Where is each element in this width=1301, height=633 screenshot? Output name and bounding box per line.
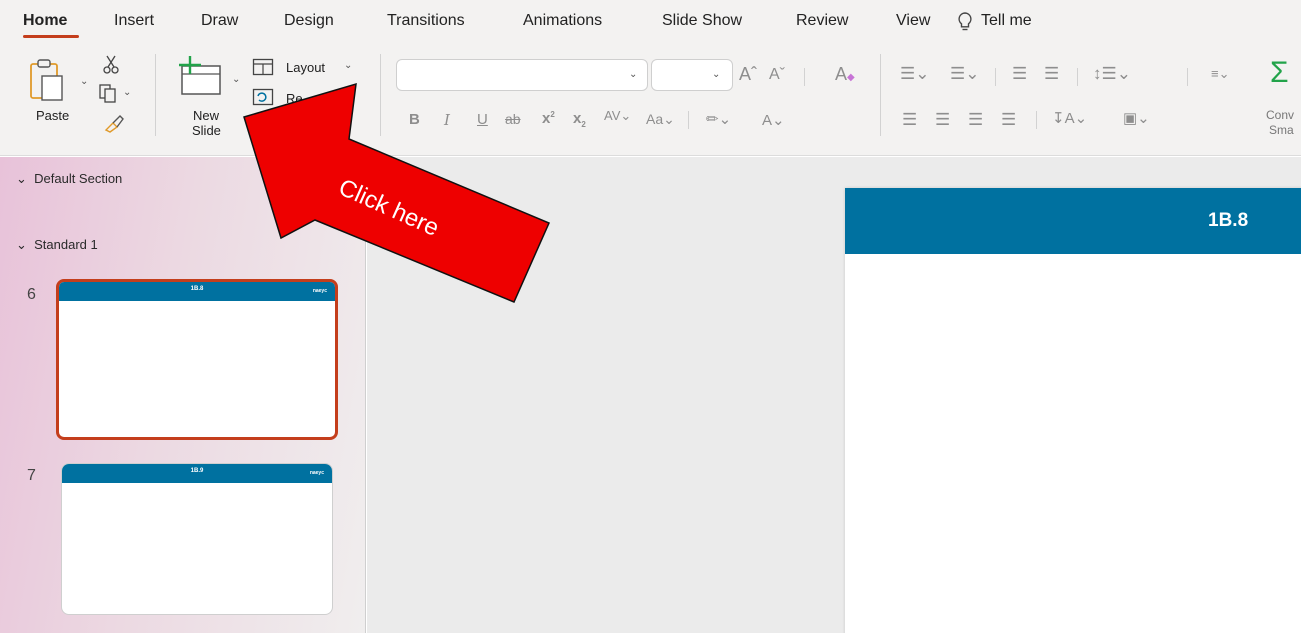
section-label: Default Section <box>34 171 123 186</box>
tab-slide-show[interactable]: Slide Show <box>662 12 742 30</box>
numbering-icon[interactable]: ☰⌄ <box>950 64 979 84</box>
character-spacing-icon[interactable]: AV⌄ <box>604 108 631 124</box>
ribbon-home: ⌄ Paste ⌄ ⌄ New Slide Layout ⌄ Re ⌄ ⌄ Aˆ… <box>0 42 1301 156</box>
current-slide[interactable]: 1B.8 <box>845 188 1301 633</box>
highlight-color-icon[interactable]: ✏⌄ <box>706 110 731 128</box>
new-slide-label-line1[interactable]: New <box>193 108 219 123</box>
bold-icon[interactable]: B <box>409 111 420 128</box>
ribbon-separator <box>880 54 881 136</box>
active-tab-indicator <box>23 35 79 38</box>
decrease-indent-icon[interactable]: ☰ <box>1012 64 1027 84</box>
font-name-chevron-icon[interactable]: ⌄ <box>629 69 637 80</box>
copy-chevron-icon[interactable]: ⌄ <box>123 87 131 98</box>
layout-button[interactable]: Layout <box>286 60 325 75</box>
slide-editor-canvas[interactable]: 1B.8 <box>367 157 1301 633</box>
tab-transitions[interactable]: Transitions <box>387 12 465 30</box>
paste-label[interactable]: Paste <box>36 108 69 123</box>
align-center-icon[interactable]: ☰ <box>935 110 950 130</box>
ribbon-separator <box>995 68 996 86</box>
naeyc-logo: naeyc <box>312 288 327 294</box>
convert-to-smartart-label-line1[interactable]: Conv <box>1266 108 1294 122</box>
slide-number: 7 <box>27 467 36 484</box>
reset-icon[interactable] <box>252 88 274 106</box>
clear-formatting-icon[interactable]: A◆ <box>835 64 855 85</box>
font-size-dropdown[interactable]: ⌄ <box>651 59 733 91</box>
section-header-default[interactable]: ⌄ Default Section <box>16 171 122 187</box>
change-case-icon[interactable]: Aa⌄ <box>646 111 675 128</box>
align-text-icon[interactable]: ▣⌄ <box>1123 109 1150 127</box>
align-left-icon[interactable]: ☰ <box>902 110 917 130</box>
underline-icon[interactable]: U <box>477 111 488 128</box>
tab-view[interactable]: View <box>896 12 930 30</box>
strikethrough-icon[interactable]: ab <box>505 111 521 127</box>
new-slide-label-line2[interactable]: Slide <box>192 123 221 138</box>
section-header-standard[interactable]: ⌄ Standard 1 <box>16 237 98 253</box>
tab-animations[interactable]: Animations <box>523 12 602 30</box>
slide-title[interactable]: 1B.8 <box>1208 210 1248 232</box>
paste-icon[interactable] <box>28 56 68 102</box>
font-color-icon[interactable]: A⌄ <box>762 111 785 129</box>
paste-chevron-icon[interactable]: ⌄ <box>80 76 88 87</box>
decrease-font-size-icon[interactable]: Aˇ <box>769 66 785 84</box>
layout-icon[interactable] <box>252 58 274 76</box>
new-slide-icon[interactable] <box>176 54 224 98</box>
ribbon-separator <box>380 54 381 136</box>
columns-icon[interactable]: ≡⌄ <box>1211 66 1229 82</box>
tab-draw[interactable]: Draw <box>201 12 238 30</box>
slide-thumbnail-7[interactable]: 1B.9 naeyc <box>61 463 333 615</box>
thumbnail-title: 1B.8 <box>190 286 204 292</box>
tab-home[interactable]: Home <box>23 12 67 30</box>
increase-font-size-icon[interactable]: Aˆ <box>739 64 757 85</box>
line-spacing-icon[interactable]: ↕☰⌄ <box>1093 64 1131 84</box>
font-size-chevron-icon[interactable]: ⌄ <box>712 69 720 80</box>
slide-number: 6 <box>27 286 36 303</box>
ribbon-separator <box>1036 111 1037 129</box>
ribbon-separator <box>1077 68 1078 86</box>
format-painter-icon[interactable] <box>103 113 125 133</box>
subscript-icon[interactable]: x2 <box>573 110 586 129</box>
bullets-icon[interactable]: ☰⌄ <box>900 64 929 84</box>
increase-indent-icon[interactable]: ☰ <box>1044 64 1059 84</box>
tab-review[interactable]: Review <box>796 12 848 30</box>
ribbon-separator <box>155 54 156 136</box>
copy-icon[interactable] <box>98 83 118 103</box>
reset-button[interactable]: Re <box>286 91 303 106</box>
ribbon-tab-bar: Home Insert Draw Design Transitions Anim… <box>0 0 1301 42</box>
tab-insert[interactable]: Insert <box>114 12 154 30</box>
tab-design[interactable]: Design <box>284 12 334 30</box>
superscript-icon[interactable]: x2 <box>542 110 555 127</box>
justify-icon[interactable]: ☰ <box>1001 110 1016 130</box>
cut-scissors-icon[interactable] <box>103 55 119 75</box>
section-label: Standard 1 <box>34 237 98 252</box>
italic-icon[interactable]: I <box>444 111 450 129</box>
slide-thumbnail-6[interactable]: 1B.8 naeyc <box>56 279 338 440</box>
ribbon-separator <box>688 111 689 129</box>
align-right-icon[interactable]: ☰ <box>968 110 983 130</box>
slide-thumbnail-panel[interactable]: ⌄ Default Section ⌄ Standard 1 6 1B.8 na… <box>0 157 366 633</box>
naeyc-logo: naeyc <box>309 470 324 476</box>
tell-me-search[interactable]: Tell me <box>981 12 1032 30</box>
thumbnail-title: 1B.9 <box>190 468 204 474</box>
lightbulb-icon <box>958 12 972 31</box>
font-name-dropdown[interactable]: ⌄ <box>396 59 648 91</box>
convert-to-smartart-label-line2[interactable]: Sma <box>1269 123 1294 137</box>
text-direction-icon[interactable]: ↧A⌄ <box>1052 109 1087 127</box>
layout-chevron-icon[interactable]: ⌄ <box>344 60 352 71</box>
ribbon-separator <box>1187 68 1188 86</box>
convert-to-smartart-icon[interactable]: Σ <box>1270 56 1289 90</box>
ribbon-separator <box>804 68 805 86</box>
new-slide-chevron-icon[interactable]: ⌄ <box>232 74 240 85</box>
